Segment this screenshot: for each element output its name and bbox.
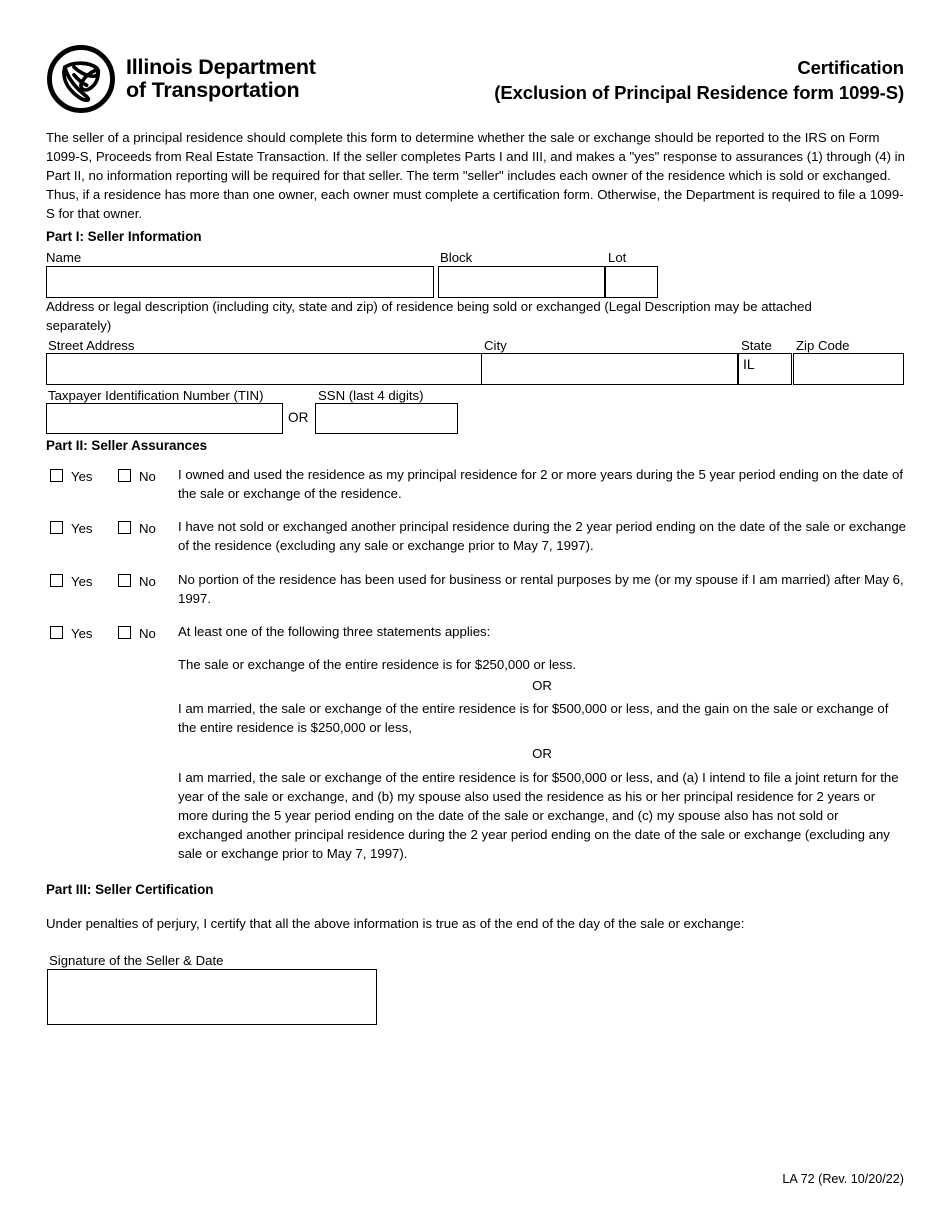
form-title: Certification (Exclusion of Principal Re… xyxy=(494,56,904,106)
or-separator-2: OR xyxy=(532,746,552,761)
form-revision-footer: LA 72 (Rev. 10/20/22) xyxy=(782,1172,904,1186)
logo-line-2: of Transportation xyxy=(126,78,300,102)
idot-logo: Illinois Department of Transportation xyxy=(46,44,316,114)
ssn-input[interactable] xyxy=(315,403,458,434)
city-input[interactable] xyxy=(481,353,738,385)
street-address-value xyxy=(47,354,481,357)
form-title-main: Certification xyxy=(797,57,904,78)
address-note: Address or legal description (including … xyxy=(46,299,812,333)
signature-label: Signature of the Seller & Date xyxy=(49,953,224,968)
form-header: Illinois Department of Transportation Ce… xyxy=(46,44,904,124)
or-separator-1: OR xyxy=(532,678,552,693)
assurance-3-yes-checkbox[interactable] xyxy=(50,574,63,587)
state-input[interactable]: IL xyxy=(738,353,792,385)
city-value xyxy=(482,354,737,357)
part-3-heading: Part III: Seller Certification xyxy=(46,882,214,897)
assurance-4-no-label: No xyxy=(139,626,156,641)
assurance-1-no-label: No xyxy=(139,469,156,484)
idot-wordmark: Illinois Department of Transportation xyxy=(126,54,316,102)
assurance-1-no-checkbox[interactable] xyxy=(118,469,131,482)
lot-value xyxy=(606,267,657,270)
form-page: Illinois Department of Transportation Ce… xyxy=(0,0,950,1230)
tin-ssn-or-label: OR xyxy=(288,410,309,425)
statement-3: I am married, the sale or exchange of th… xyxy=(178,770,899,861)
assurance-1-text: I owned and used the residence as my pri… xyxy=(178,467,904,501)
zip-code-input[interactable] xyxy=(793,353,904,385)
statement-2: I am married, the sale or exchange of th… xyxy=(178,701,889,735)
perjury-statement: Under penalties of perjury, I certify th… xyxy=(46,916,745,931)
assurance-2-no-checkbox[interactable] xyxy=(118,521,131,534)
tin-input[interactable] xyxy=(46,403,283,434)
assurance-2-text: I have not sold or exchanged another pri… xyxy=(178,519,907,553)
statement-1: The sale or exchange of the entire resid… xyxy=(178,657,577,672)
zip-code-value xyxy=(794,354,903,357)
lot-label: Lot xyxy=(608,250,627,265)
assurance-2-yes-label: Yes xyxy=(71,521,93,536)
name-value xyxy=(47,267,433,270)
form-title-sub: (Exclusion of Principal Residence form 1… xyxy=(494,81,904,103)
assurance-4-yes-label: Yes xyxy=(71,626,93,641)
name-label: Name xyxy=(46,250,82,265)
assurance-2-no-label: No xyxy=(139,521,156,536)
assurance-3-no-label: No xyxy=(139,574,156,589)
assurance-4-yes-checkbox[interactable] xyxy=(50,626,63,639)
assurance-4-no-checkbox[interactable] xyxy=(118,626,131,639)
name-input[interactable] xyxy=(46,266,434,298)
assurance-1-yes-label: Yes xyxy=(71,469,93,484)
assurance-2-yes-checkbox[interactable] xyxy=(50,521,63,534)
signature-input[interactable] xyxy=(47,969,377,1025)
intro-paragraph: The seller of a principal residence shou… xyxy=(46,130,905,221)
block-label: Block xyxy=(440,250,473,265)
lot-input[interactable] xyxy=(605,266,658,298)
assurance-3-text: No portion of the residence has been use… xyxy=(178,572,904,606)
assurance-3-no-checkbox[interactable] xyxy=(118,574,131,587)
assurance-4-text: At least one of the following three stat… xyxy=(178,624,491,639)
assurance-3-yes-label: Yes xyxy=(71,574,93,589)
part-2-heading: Part II: Seller Assurances xyxy=(46,438,208,453)
ssn-value xyxy=(316,404,457,407)
tin-value xyxy=(47,404,282,407)
block-value xyxy=(439,267,604,270)
state-value: IL xyxy=(743,356,755,372)
idot-trefoil-icon xyxy=(47,45,115,113)
street-address-input[interactable] xyxy=(46,353,482,385)
logo-line-1: Illinois Department xyxy=(126,54,316,79)
block-input[interactable] xyxy=(438,266,605,298)
signature-value xyxy=(48,970,376,973)
part-1-heading: Part I: Seller Information xyxy=(46,229,202,244)
assurance-1-yes-checkbox[interactable] xyxy=(50,469,63,482)
